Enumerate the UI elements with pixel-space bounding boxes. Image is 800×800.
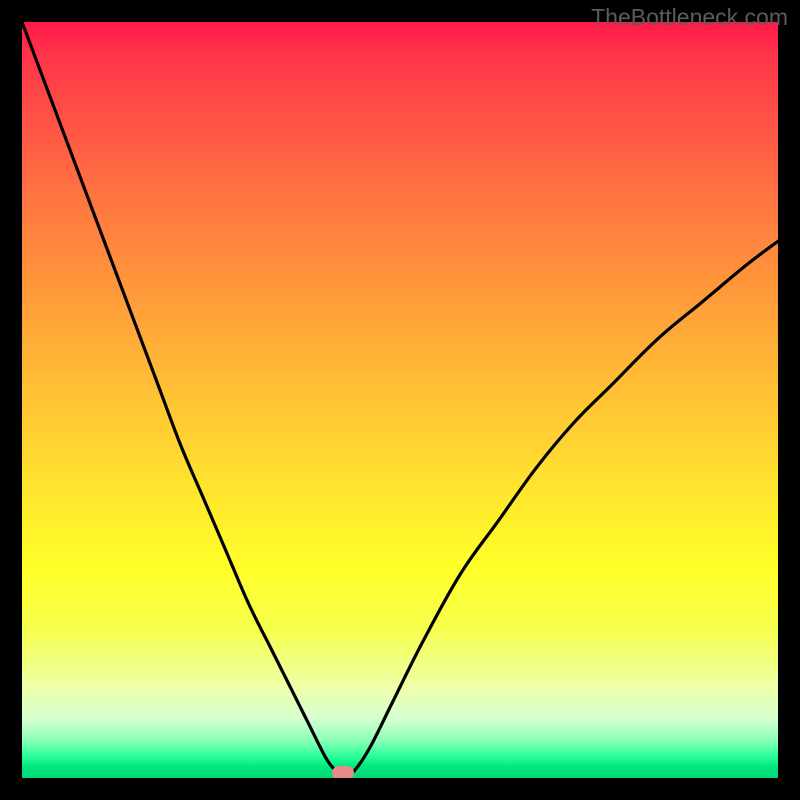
curve-layer: [22, 22, 778, 778]
watermark-text: TheBottleneck.com: [591, 4, 788, 31]
plot-area: [22, 22, 778, 778]
optimal-point-marker: [332, 766, 354, 778]
bottleneck-curve: [22, 22, 778, 775]
chart-frame: TheBottleneck.com: [0, 0, 800, 800]
